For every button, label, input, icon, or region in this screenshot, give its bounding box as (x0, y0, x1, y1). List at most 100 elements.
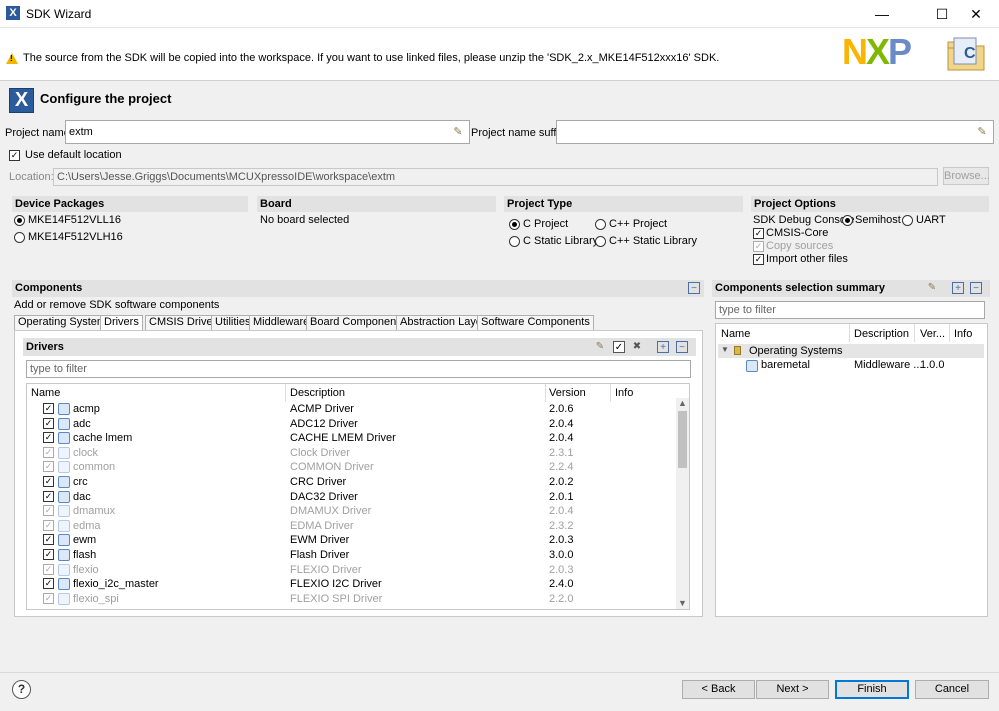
project-suffix-input[interactable]: ✎ (556, 120, 994, 144)
row-checkbox[interactable]: ✓ (43, 505, 54, 517)
cmsis-core-checkbox[interactable]: ✓ (753, 228, 764, 239)
row-checkbox[interactable]: ✓ (43, 446, 54, 458)
scroll-down-icon[interactable]: ▼ (678, 598, 687, 608)
group-expand-icon[interactable]: ▼ (721, 345, 729, 354)
help-icon[interactable]: ? (12, 680, 31, 699)
location-input: C:\Users\Jesse.Griggs\Documents\MCUXpres… (53, 168, 938, 186)
deselect-all-icon[interactable]: ✖ (631, 341, 643, 353)
row-checkbox[interactable]: ✓ (43, 490, 54, 502)
row-name: cache lmem (73, 432, 133, 445)
clear-name-icon[interactable]: ✎ (451, 125, 465, 139)
drivers-filter-input[interactable]: type to filter (26, 360, 691, 378)
row-name: common (73, 461, 116, 474)
row-checkbox[interactable]: ✓ (43, 519, 54, 531)
clear-filter-icon[interactable]: ✎ (594, 341, 606, 353)
row-checkbox[interactable]: ✓ (43, 461, 54, 473)
c-static-library-label: C Static Library (523, 235, 599, 247)
row-checkbox[interactable]: ✓ (43, 534, 54, 546)
table-row[interactable]: ✓ acmp ACMP Driver 2.0.6 (27, 402, 675, 417)
collapse-components-icon[interactable]: − (688, 282, 700, 294)
minimize-button[interactable]: — (859, 0, 905, 28)
row-checkbox[interactable]: ✓ (43, 563, 54, 575)
collapse-all-icon[interactable]: − (676, 341, 688, 353)
package-radio-2[interactable] (14, 232, 25, 243)
project-name-input[interactable]: extm ✎ (65, 120, 470, 144)
table-row[interactable]: ✓ flexio_spi FLEXIO SPI Driver 2.2.0 (27, 592, 675, 607)
semihost-label: Semihost (855, 214, 901, 226)
drivers-col-name[interactable]: Name (31, 387, 60, 399)
semihost-radio[interactable] (842, 215, 853, 226)
row-checkbox[interactable]: ✓ (43, 592, 54, 604)
summary-item-name[interactable]: baremetal (761, 359, 810, 371)
cpp-project-radio[interactable] (595, 219, 606, 230)
tab-drivers[interactable]: Drivers (100, 315, 143, 331)
table-row[interactable]: ✓ flexio_i2c_master FLEXIO I2C Driver 2.4.0 (27, 577, 675, 592)
next-button[interactable]: Next > (756, 680, 829, 699)
import-other-files-checkbox[interactable]: ✓ (753, 254, 764, 265)
drivers-col-version[interactable]: Version (549, 387, 586, 399)
row-checkbox[interactable]: ✓ (43, 578, 54, 590)
table-row[interactable]: ✓ flash Flash Driver 3.0.0 (27, 548, 675, 563)
table-row[interactable]: ✓ crc CRC Driver 2.0.2 (27, 475, 675, 490)
row-desc: FLEXIO I2C Driver (290, 578, 382, 591)
row-checkbox[interactable]: ✓ (43, 476, 54, 487)
project-type-header: Project Type (504, 196, 743, 212)
tab-utilities[interactable]: Utilities (211, 315, 255, 330)
row-checkbox[interactable]: ✓ (43, 417, 54, 429)
row-desc: ADC12 Driver (290, 417, 358, 430)
table-row[interactable]: ✓ ewm EWM Driver 2.0.3 (27, 533, 675, 548)
finish-button[interactable]: Finish (835, 680, 909, 699)
app-icon: X (6, 6, 20, 20)
driver-icon (58, 417, 70, 430)
row-desc: CACHE LMEM Driver (290, 432, 396, 445)
use-default-location-checkbox[interactable]: ✓ (9, 150, 20, 161)
tab-abstraction-layer[interactable]: Abstraction Layer (396, 315, 490, 330)
tab-middleware[interactable]: Middleware (249, 315, 314, 330)
scroll-up-icon[interactable]: ▲ (678, 398, 687, 408)
table-row[interactable]: ✓ clock Clock Driver 2.3.1 (27, 446, 675, 461)
summary-col-version[interactable]: Ver... (920, 328, 945, 340)
tab-software-components[interactable]: Software Components (477, 315, 594, 330)
row-name: adc (73, 417, 91, 430)
row-checkbox[interactable]: ✓ (43, 549, 54, 560)
back-button[interactable]: < Back (682, 680, 755, 699)
tab-board-components[interactable]: Board Components (306, 315, 409, 330)
table-row[interactable]: ✓ adc ADC12 Driver 2.0.4 (27, 417, 675, 432)
c-static-library-radio[interactable] (509, 236, 520, 247)
summary-col-description[interactable]: Description (854, 328, 909, 340)
summary-col-name[interactable]: Name (721, 328, 750, 340)
package-radio-1[interactable] (14, 215, 25, 226)
summary-clear-icon[interactable]: ✎ (926, 282, 938, 294)
drivers-scrollbar[interactable]: ▲ ▼ (676, 398, 689, 609)
c-project-radio[interactable] (509, 219, 520, 230)
driver-icon (58, 490, 70, 503)
select-all-icon[interactable]: ✓ (613, 341, 625, 353)
summary-col-info[interactable]: Info (954, 328, 972, 340)
row-checkbox[interactable]: ✓ (43, 432, 54, 444)
drivers-col-description[interactable]: Description (290, 387, 345, 399)
table-row[interactable]: ✓ dac DAC32 Driver 2.0.1 (27, 490, 675, 505)
table-row[interactable]: ✓ common COMMON Driver 2.2.4 (27, 460, 675, 475)
board-value: No board selected (260, 214, 350, 226)
expand-all-icon[interactable]: + (657, 341, 669, 353)
uart-radio[interactable] (902, 215, 913, 226)
drivers-col-info[interactable]: Info (615, 387, 633, 399)
clear-suffix-icon[interactable]: ✎ (975, 125, 989, 139)
driver-icon (58, 578, 70, 591)
cancel-button[interactable]: Cancel (915, 680, 989, 699)
scroll-thumb[interactable] (678, 411, 687, 468)
summary-collapse-icon[interactable]: − (970, 282, 982, 294)
page-title: Configure the project (40, 91, 172, 106)
summary-expand-icon[interactable]: + (952, 282, 964, 294)
project-suffix-label: Project name suffix: (471, 127, 568, 139)
col-divider (545, 384, 546, 402)
table-row[interactable]: ✓ cache lmem CACHE LMEM Driver 2.0.4 (27, 431, 675, 446)
table-row[interactable]: ✓ flexio FLEXIO Driver 2.0.3 (27, 563, 675, 578)
cpp-static-library-radio[interactable] (595, 236, 606, 247)
table-row[interactable]: ✓ dmamux DMAMUX Driver 2.0.4 (27, 504, 675, 519)
table-row[interactable]: ✓ edma EDMA Driver 2.3.2 (27, 519, 675, 534)
row-name: edma (73, 519, 101, 532)
summary-filter-input[interactable]: type to filter (715, 301, 985, 319)
row-checkbox[interactable]: ✓ (43, 403, 54, 414)
close-button[interactable]: ✕ (953, 0, 999, 28)
